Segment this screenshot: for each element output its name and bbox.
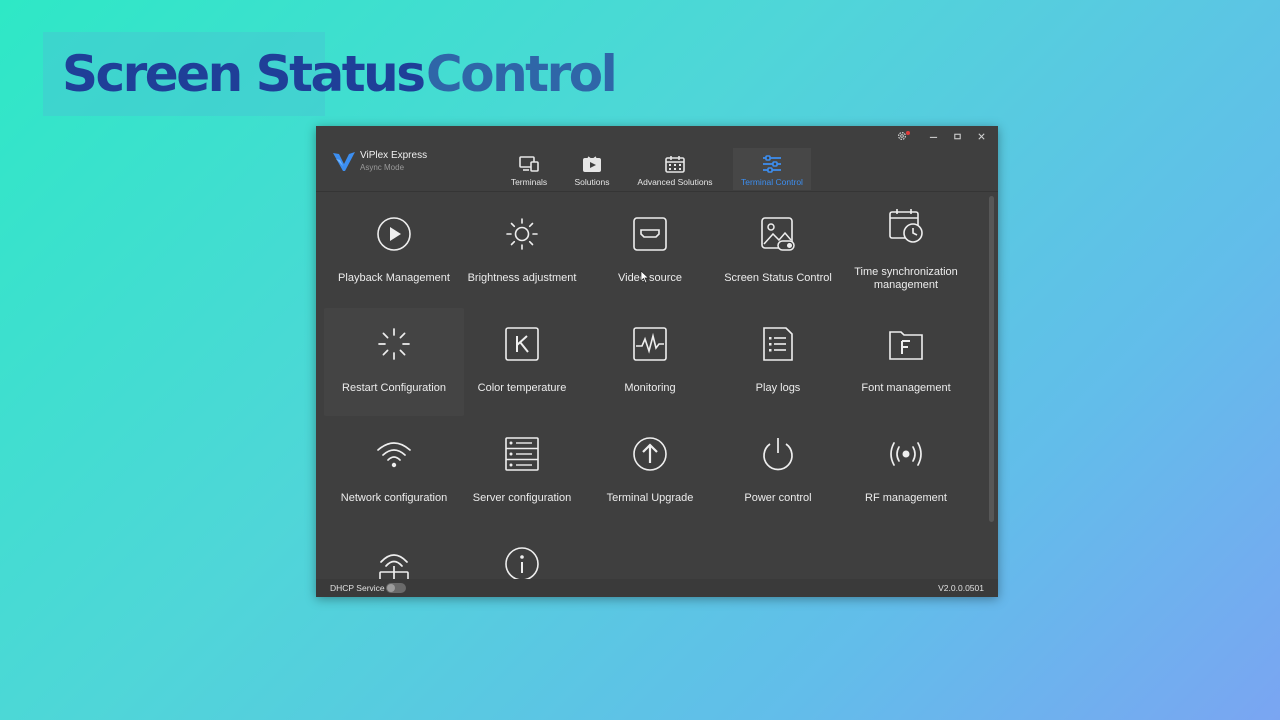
tile-monitoring[interactable]: Monitoring [580,308,720,416]
log-icon [763,327,793,361]
play-circle-icon [377,217,411,251]
tile-playback-management[interactable]: Playback Management [324,198,464,306]
tile-label: Brightness adjustment [467,272,577,284]
tile-server-configuration[interactable]: Server configuration [452,418,592,526]
tile-label: Playback Management [338,272,450,284]
settings-button[interactable] [893,130,911,146]
tile-restart-configuration[interactable]: Restart Configuration [324,308,464,416]
tile-font-management[interactable]: Font management [836,308,976,416]
screen-status-icon [761,217,795,251]
tile-label: Video source [617,272,682,284]
sliders-icon [763,155,781,173]
antenna-icon [379,554,409,580]
font-folder-icon [889,331,923,360]
monitor-wave-icon [633,327,667,361]
app-window: ViPlex Express Async Mode Terminals Solu… [316,126,998,597]
upgrade-icon [633,437,667,471]
tile-info[interactable] [452,528,592,580]
function-grid: Playback Management Brightness adjustmen… [324,198,984,580]
info-icon [505,547,539,580]
tab-terminals-label: Terminals [510,177,548,187]
tab-solutions[interactable]: Solutions [568,148,616,190]
page-title-part1: Screen Status [62,45,426,103]
tab-solutions-label: Solutions [574,177,610,187]
tile-label: Play logs [755,382,801,394]
tile-brightness-adjustment[interactable]: Brightness adjustment [452,198,592,306]
tile-label: Screen Status Control [724,272,832,284]
calendar-icon [665,156,685,173]
tile-label: Terminal Upgrade [606,492,694,504]
wifi-icon [377,442,411,468]
nav-divider [316,191,998,192]
minimize-button[interactable] [924,130,942,146]
page-title: Screen Status Control [62,42,618,106]
dhcp-service-toggle[interactable] [386,583,406,593]
tile-time-synchronization[interactable]: Time synchronization management [836,198,976,306]
version-label: V2.0.0.0501 [938,583,984,593]
maximize-button[interactable] [948,130,966,146]
tile-label: Restart Configuration [342,382,446,394]
minimize-icon [929,136,937,138]
dhcp-service-label: DHCP Service [330,583,385,593]
tab-terminals[interactable]: Terminals [504,148,554,190]
tile-video-source[interactable]: Video source [580,198,720,306]
tile-play-logs[interactable]: Play logs [708,308,848,416]
sun-icon [506,218,538,250]
server-icon [505,437,539,471]
page-title-part2: Control [426,45,618,103]
loading-icon [378,328,410,360]
tile-color-temperature[interactable]: Color temperature [452,308,592,416]
play-icon [583,156,601,172]
tile-label: Network configuration [340,492,448,504]
tab-terminal-control[interactable]: Terminal Control [733,148,811,190]
k-icon [505,327,539,361]
tile-label: Color temperature [477,382,567,394]
viplex-logo-icon [333,152,355,171]
tile-network-configuration[interactable]: Network configuration [324,418,464,526]
tile-label: Font management [861,382,951,394]
notification-dot [906,131,910,135]
app-name: ViPlex Express [360,150,428,161]
power-icon [763,438,793,471]
tile-screen-status-control[interactable]: Screen Status Control [708,198,848,306]
tile-label: Time synchronization management [854,266,958,291]
tile-rf-management[interactable]: RF management [836,418,976,526]
tile-power-control[interactable]: Power control [708,418,848,526]
hdmi-icon [633,217,667,251]
toggle-knob [387,584,395,592]
close-button[interactable] [972,130,990,146]
scrollbar[interactable] [989,196,994,522]
close-icon [977,133,985,140]
status-bar: DHCP Service V2.0.0.0501 [316,579,998,597]
app-mode: Async Mode [360,163,405,172]
tile-label: Server configuration [472,492,572,504]
rf-icon [890,442,922,466]
tab-terminal-control-label: Terminal Control [741,177,803,187]
monitor-icon [519,156,539,172]
tile-label: RF management [865,492,947,504]
tile-label: Monitoring [624,382,676,394]
maximize-icon [953,133,961,140]
title-bar[interactable]: ViPlex Express Async Mode Terminals Solu… [316,126,998,192]
tile-label: Power control [744,492,812,504]
mouse-cursor-icon [640,270,650,284]
tab-advanced-solutions-label: Advanced Solutions [637,177,713,187]
tile-antenna[interactable] [324,528,464,580]
tile-terminal-upgrade[interactable]: Terminal Upgrade [580,418,720,526]
calendar-clock-icon [889,209,923,243]
tab-advanced-solutions[interactable]: Advanced Solutions [632,148,718,190]
